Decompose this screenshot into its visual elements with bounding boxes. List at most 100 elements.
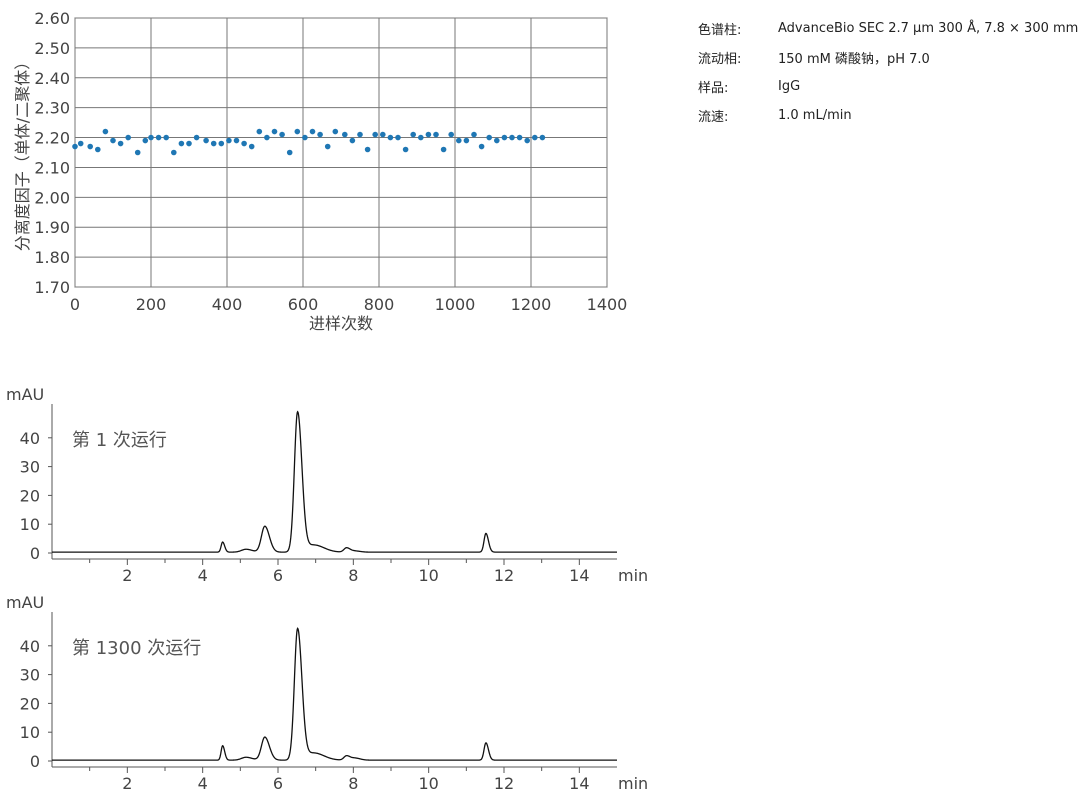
y-axis-unit: mAU (6, 385, 44, 404)
data-point (171, 149, 177, 156)
data-point (357, 131, 363, 138)
y-tick-label: 2.20 (34, 129, 70, 148)
data-point (203, 137, 209, 144)
x-tick-label: 4 (198, 566, 208, 585)
y-tick-label: 2.40 (34, 69, 70, 88)
data-point (342, 131, 348, 138)
data-point (110, 137, 116, 144)
data-point (233, 137, 240, 144)
chromatogram-run-1300: mAU 0 10 20 30 40 2 4 6 8 10 12 14 min 第 1300 次运行 (6, 593, 648, 793)
data-point (95, 146, 101, 153)
y-tick-label: 10 (20, 515, 40, 534)
data-point (478, 143, 485, 150)
condition-value: AdvanceBio SEC 2.7 µm 300 Å, 7.8 × 300 m… (778, 21, 1079, 36)
x-tick-label: 600 (288, 295, 319, 314)
condition-value: IgG (778, 79, 801, 94)
run-label: 第 1 次运行 (72, 430, 167, 451)
chromatogram-run-1: mAU 0 10 20 30 40 2 4 6 8 10 12 14 min 第 1 次运行 (6, 385, 648, 585)
data-point (226, 137, 232, 144)
data-point (248, 143, 255, 150)
data-point (471, 131, 477, 138)
data-point (256, 128, 263, 135)
condition-value: 1.0 mL/min (778, 108, 852, 123)
y-tick-label: 30 (20, 666, 40, 685)
y-tick-label: 20 (20, 694, 40, 713)
data-point (486, 134, 493, 141)
y-tick-label: 2.00 (34, 188, 70, 207)
data-point (425, 131, 432, 138)
x-tick-label: 1200 (511, 295, 552, 314)
data-point (349, 137, 356, 144)
data-point (395, 134, 401, 141)
data-point (524, 137, 530, 144)
data-point (402, 146, 409, 153)
data-point (317, 131, 323, 138)
y-tick-label: 2.50 (34, 39, 70, 58)
x-tick-label: 10 (418, 566, 438, 585)
y-tick-label: 10 (20, 723, 40, 742)
y-tick-label: 0 (30, 752, 40, 771)
y-tick-label: 20 (20, 486, 40, 505)
data-point (125, 134, 131, 141)
data-point (279, 131, 285, 138)
data-point (148, 134, 154, 141)
x-tick-label: 2 (122, 774, 132, 793)
data-point (509, 134, 515, 141)
condition-label: 样品: (698, 81, 729, 96)
x-tick-label: 0 (70, 295, 80, 314)
data-point (178, 140, 185, 147)
condition-row-column: 色谱柱: AdvanceBio SEC 2.7 µm 300 Å, 7.8 × … (698, 14, 1078, 43)
x-tick-label: 4 (198, 774, 208, 793)
condition-label: 流动相: (698, 52, 742, 67)
x-tick-label: 12 (494, 566, 514, 585)
x-tick-label: 1400 (587, 295, 628, 314)
data-point (117, 140, 124, 147)
data-point (372, 131, 379, 138)
y-tick-label: 1.70 (34, 278, 70, 297)
data-point (501, 134, 508, 141)
data-point (210, 140, 217, 147)
data-point (72, 143, 78, 150)
data-point (163, 134, 169, 141)
condition-row-flow-rate: 流速: 1.0 mL/min (698, 101, 1078, 130)
data-point (286, 149, 293, 156)
data-point (448, 131, 455, 138)
condition-row-mobile-phase: 流动相: 150 mM 磷酸钠，pH 7.0 (698, 43, 1078, 72)
x-tick-label: 6 (273, 566, 283, 585)
data-point (218, 140, 225, 147)
x-tick-label: 200 (136, 295, 167, 314)
data-point (364, 146, 371, 153)
data-point (264, 134, 270, 141)
data-point (142, 137, 149, 144)
x-tick-label: 1000 (435, 295, 476, 314)
condition-row-sample: 样品: IgG (698, 72, 1078, 101)
data-point (271, 128, 278, 135)
data-point (186, 140, 192, 147)
x-tick-label: 6 (273, 774, 283, 793)
y-tick-label: 1.80 (34, 248, 70, 267)
data-point (418, 134, 424, 141)
y-tick-label: 40 (20, 637, 40, 656)
x-tick-label: 12 (494, 774, 514, 793)
condition-label: 流速: (698, 110, 729, 125)
condition-label: 色谱柱: (698, 23, 742, 38)
x-axis-label: 进样次数 (309, 314, 373, 333)
data-point (155, 134, 162, 141)
x-tick-label: 8 (348, 566, 358, 585)
x-tick-label: 800 (364, 295, 395, 314)
y-tick-label: 2.10 (34, 158, 70, 177)
y-tick-label: 40 (20, 429, 40, 448)
x-axis-unit: min (618, 566, 648, 585)
data-point (102, 128, 109, 135)
data-point (516, 134, 523, 141)
data-point (294, 128, 301, 135)
data-point (456, 137, 462, 144)
data-point (309, 128, 316, 135)
y-tick-label: 2.30 (34, 99, 70, 118)
y-axis-label: 分离度因子（单体/二聚体） (13, 54, 32, 251)
conditions-panel: 色谱柱: AdvanceBio SEC 2.7 µm 300 Å, 7.8 × … (698, 14, 1078, 130)
y-axis-unit: mAU (6, 593, 44, 612)
data-point (532, 134, 538, 141)
x-tick-label: 8 (348, 774, 358, 793)
y-tick-label: 0 (30, 544, 40, 563)
